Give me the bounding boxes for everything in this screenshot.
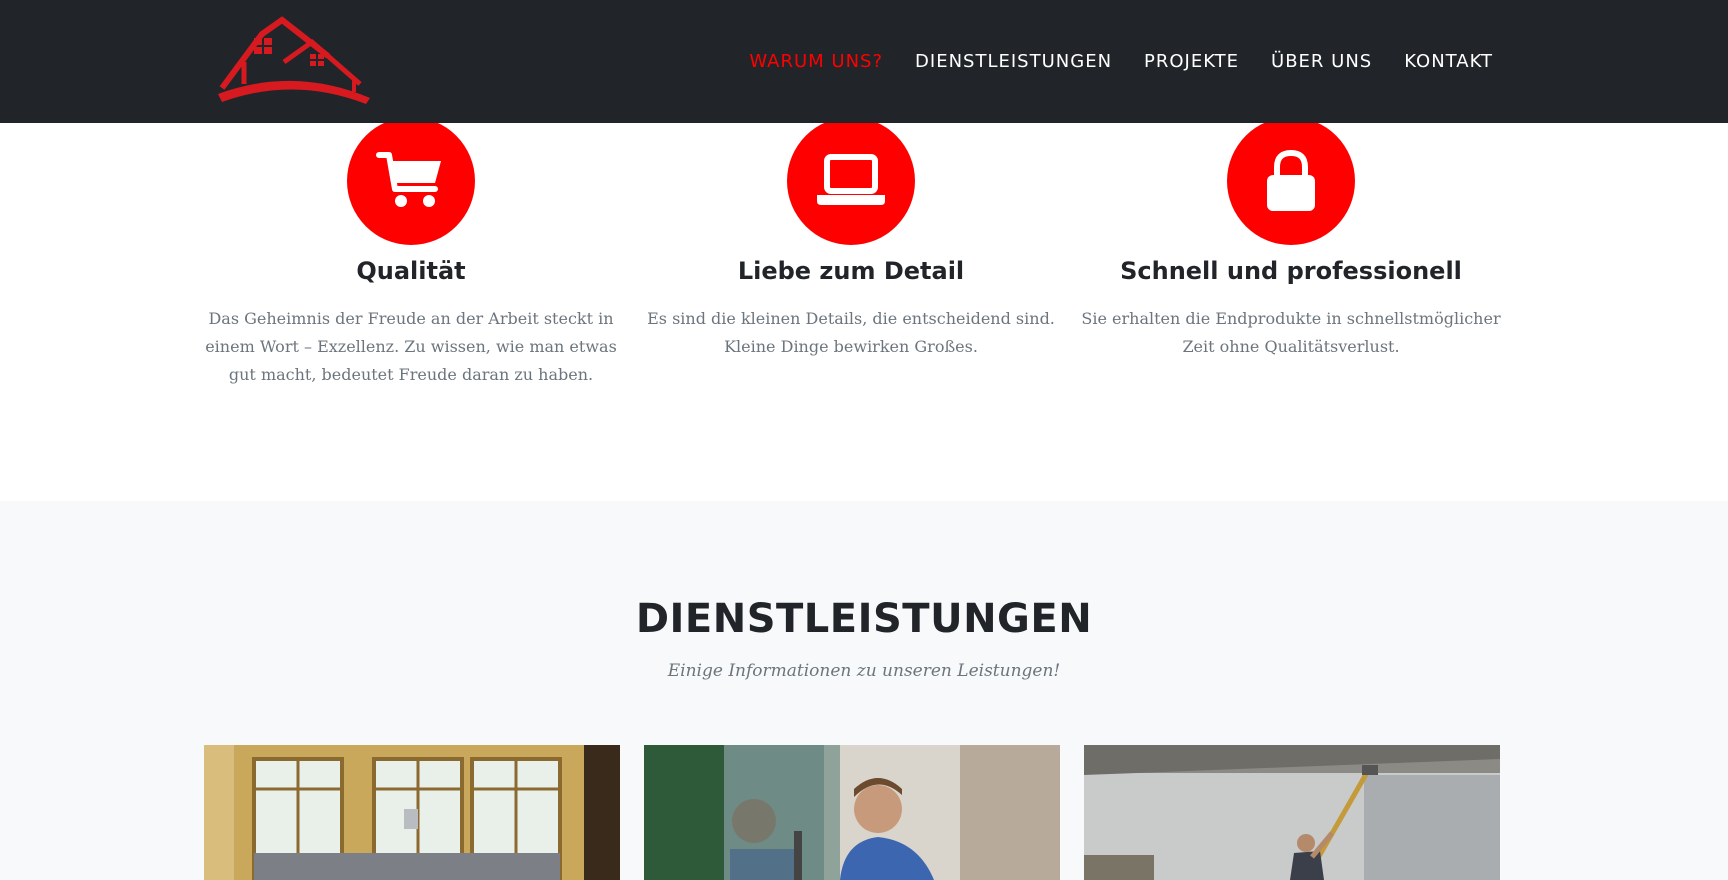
section-subtitle: Einige Informationen zu unseren Leistung… bbox=[667, 661, 1061, 681]
feature-title: Schnell und professionell bbox=[1120, 257, 1462, 285]
shopping-cart-icon bbox=[376, 152, 441, 207]
feature-text: Das Geheimnis der Freude an der Arbeit s… bbox=[205, 309, 617, 384]
feature-icon-circle bbox=[347, 117, 475, 245]
nav-item-dienstleistungen[interactable]: DIENSTLEISTUNGEN bbox=[915, 51, 1112, 72]
windows-renovation-photo bbox=[204, 745, 620, 880]
lock-icon bbox=[1267, 149, 1315, 211]
nav-item-kontakt[interactable]: KONTAKT bbox=[1404, 51, 1493, 72]
features-section: Qualität Das Geheimnis der Freude an der… bbox=[0, 117, 1728, 501]
feature-icon-circle bbox=[1227, 117, 1355, 245]
brand-logo[interactable] bbox=[214, 14, 374, 110]
section-heading: DIENSTLEISTUNGEN bbox=[635, 596, 1093, 642]
feature-text: Sie erhalten die Endprodukte in schnells… bbox=[1081, 309, 1501, 356]
man-at-laptop-photo bbox=[644, 745, 1060, 880]
service-card-painting[interactable] bbox=[1084, 745, 1500, 880]
feature-title: Liebe zum Detail bbox=[737, 257, 965, 285]
navbar: WARUM UNS? DIENSTLEISTUNGEN PROJEKTE ÜBE… bbox=[0, 0, 1728, 123]
feature-text: Es sind die kleinen Details, die entsche… bbox=[647, 309, 1055, 356]
main-nav: WARUM UNS? DIENSTLEISTUNGEN PROJEKTE ÜBE… bbox=[749, 0, 1493, 123]
service-card-windows[interactable] bbox=[204, 745, 620, 880]
nav-item-projekte[interactable]: PROJEKTE bbox=[1144, 51, 1239, 72]
feature-icon-circle bbox=[787, 117, 915, 245]
services-section: DIENSTLEISTUNGEN Einige Informationen zu… bbox=[0, 501, 1728, 880]
worker-painting-ceiling-photo bbox=[1084, 745, 1500, 880]
house-logo-icon bbox=[218, 16, 370, 104]
nav-item-warum-uns[interactable]: WARUM UNS? bbox=[749, 51, 883, 72]
service-card-consulting[interactable] bbox=[644, 745, 1060, 880]
laptop-icon bbox=[817, 154, 885, 205]
feature-title: Qualität bbox=[356, 257, 466, 285]
nav-item-ueber-uns[interactable]: ÜBER UNS bbox=[1271, 51, 1372, 72]
